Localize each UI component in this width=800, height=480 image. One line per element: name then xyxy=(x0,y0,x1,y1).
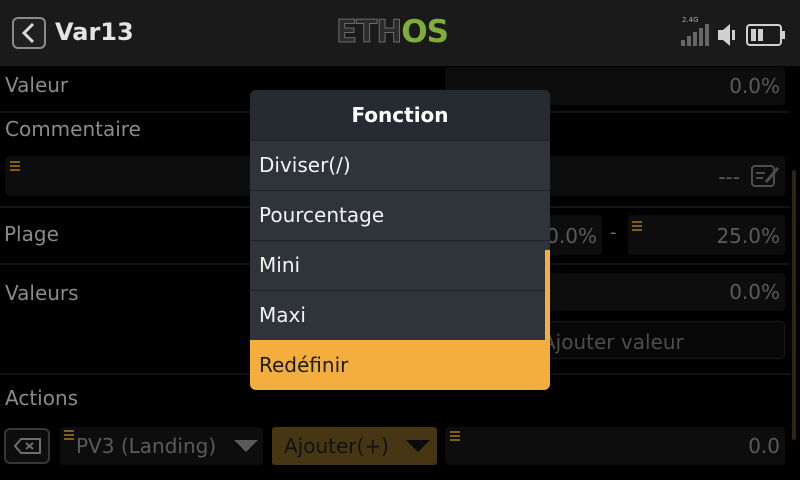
menu-item-pourcentage[interactable]: Pourcentage xyxy=(250,190,550,240)
fonction-dialog: Fonction Diviser(/) Pourcentage Mini Max… xyxy=(250,90,550,390)
battery-icon xyxy=(746,24,785,46)
speaker-icon xyxy=(718,24,735,46)
menu-item-mini[interactable]: Mini xyxy=(250,240,550,290)
chevron-left-icon xyxy=(21,22,35,44)
dialog-scrollbar[interactable] xyxy=(545,250,550,340)
menu-item-redefinir[interactable]: Redéfinir xyxy=(250,340,550,390)
ethos-logo: ETHOS xyxy=(335,14,448,51)
menu-item-diviser[interactable]: Diviser(/) xyxy=(250,140,550,190)
status-icons: 2.4G xyxy=(680,16,790,54)
dialog-title: Fonction xyxy=(250,90,550,140)
menu-item-maxi[interactable]: Maxi xyxy=(250,290,550,340)
page-title: Var13 xyxy=(55,18,134,46)
radio-band-label: 2.4G xyxy=(682,16,699,24)
header-bar: Var13 ETHOS 2.4G xyxy=(0,0,800,66)
back-button[interactable] xyxy=(12,17,46,49)
signal-bars-icon xyxy=(681,24,709,46)
